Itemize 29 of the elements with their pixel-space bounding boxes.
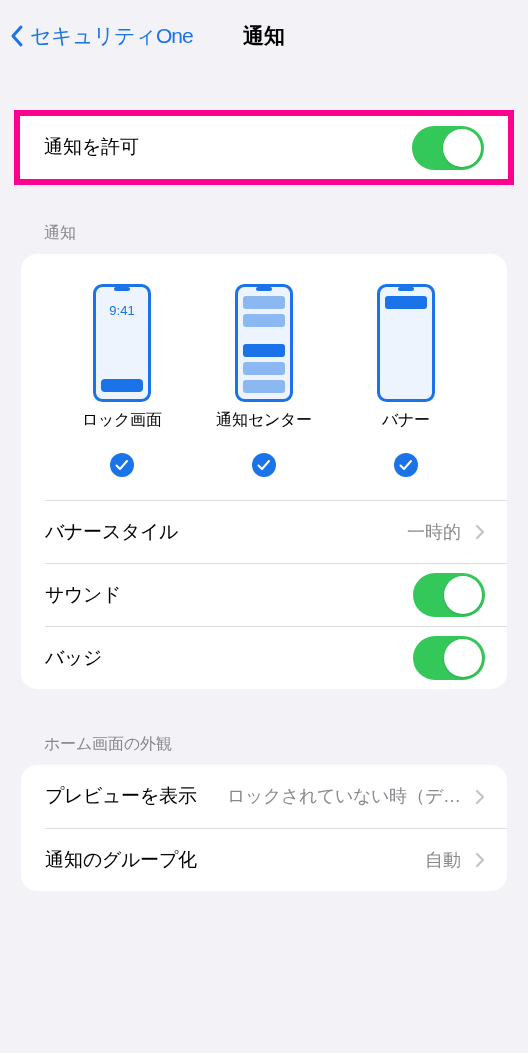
row-label: プレビューを表示 xyxy=(45,784,197,809)
back-chevron-icon xyxy=(10,24,24,48)
back-button[interactable]: セキュリティOne xyxy=(10,20,193,52)
chevron-icon xyxy=(475,524,485,540)
row-label: サウンド xyxy=(45,582,121,607)
row-label: バナースタイル xyxy=(45,519,178,544)
phone-icon xyxy=(377,284,435,402)
row-value: 自動 xyxy=(425,848,461,872)
row-value: 一時的 xyxy=(407,520,461,544)
row-value: ロックされていない時（デ… xyxy=(227,785,461,808)
row-label: 通知のグループ化 xyxy=(45,847,197,872)
section-header: ホーム画面の外観 xyxy=(43,734,173,754)
row-label: バッジ xyxy=(45,645,102,670)
phone-icon: 9:41 xyxy=(93,284,151,402)
row-label: 通知を許可 xyxy=(44,135,139,160)
style-label: ロック画面 xyxy=(82,410,162,430)
chevron-icon xyxy=(475,852,485,868)
style-label: 通知センター xyxy=(216,410,312,430)
checkmark-icon[interactable] xyxy=(109,452,135,478)
checkmark-icon[interactable] xyxy=(251,452,277,478)
toggle-switch[interactable] xyxy=(413,573,485,617)
phone-icon xyxy=(235,284,293,402)
screen-title: 通知 xyxy=(243,23,285,50)
section-header: 通知 xyxy=(43,223,77,243)
toggle-switch[interactable] xyxy=(412,125,484,170)
chevron-icon xyxy=(475,788,485,805)
checkmark-icon[interactable] xyxy=(393,452,419,478)
style-label: バナー xyxy=(382,410,430,430)
toggle-switch[interactable] xyxy=(413,636,485,680)
